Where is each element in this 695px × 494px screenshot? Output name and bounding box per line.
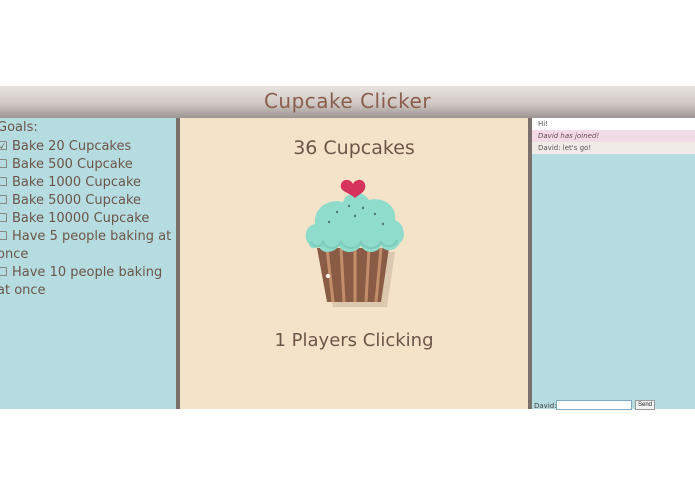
checkbox-checked-icon: ☑ [0, 139, 8, 153]
chat-message: David has joined! [532, 130, 695, 142]
chat-panel: Hi! David has joined! David: let's go! D… [532, 118, 695, 410]
goal-item: ☐ Bake 10000 Cupcake [0, 209, 176, 228]
checkbox-icon: ☐ [0, 229, 8, 243]
goal-label: Bake 5000 Cupcake [12, 193, 142, 208]
goal-item: ☐ Have 5 people baking at once [0, 227, 176, 264]
chat-message: David: let's go! [532, 142, 695, 154]
cupcake-icon [305, 179, 404, 307]
goal-item: ☐ Bake 500 Cupcake [0, 155, 176, 174]
goal-label: Bake 500 Cupcake [12, 157, 133, 172]
goal-item: ☐ Have 10 people baking at once [0, 263, 176, 300]
goal-item: ☑ Bake 20 Cupcakes [0, 137, 176, 156]
goals-heading: Goals: [0, 120, 38, 135]
checkbox-icon: ☐ [0, 157, 8, 171]
app-header: Cupcake Clicker [0, 86, 695, 118]
checkbox-icon: ☐ [0, 211, 8, 225]
goal-label: Have 5 people baking at once [0, 229, 172, 262]
main-panel: 36 Cupcakes 1 Players Clicking [180, 118, 528, 409]
goal-item: ☐ Bake 5000 Cupcake [0, 191, 176, 210]
goal-label: Bake 1000 Cupcake [12, 175, 142, 190]
goals-panel: Goals: ☑ Bake 20 Cupcakes ☐ Bake 500 Cupca… [0, 118, 176, 409]
cupcake-button[interactable] [297, 178, 413, 308]
checkbox-icon: ☐ [0, 175, 8, 189]
app-title: Cupcake Clicker [263, 89, 432, 113]
checkbox-icon: ☐ [0, 265, 8, 279]
cupcake-count: 36 Cupcakes [293, 137, 415, 159]
goal-label: Bake 10000 Cupcake [12, 211, 150, 226]
goal-label: Have 10 people baking at once [0, 265, 163, 298]
checkbox-icon: ☐ [0, 193, 8, 207]
chat-name-label: David: [534, 402, 557, 410]
send-button[interactable]: Send [635, 400, 655, 410]
players-clicking: 1 Players Clicking [274, 330, 434, 351]
chat-message: Hi! [532, 118, 695, 130]
chat-input[interactable] [556, 400, 632, 410]
goal-label: Bake 20 Cupcakes [12, 139, 132, 154]
goal-item: ☐ Bake 1000 Cupcake [0, 173, 176, 192]
